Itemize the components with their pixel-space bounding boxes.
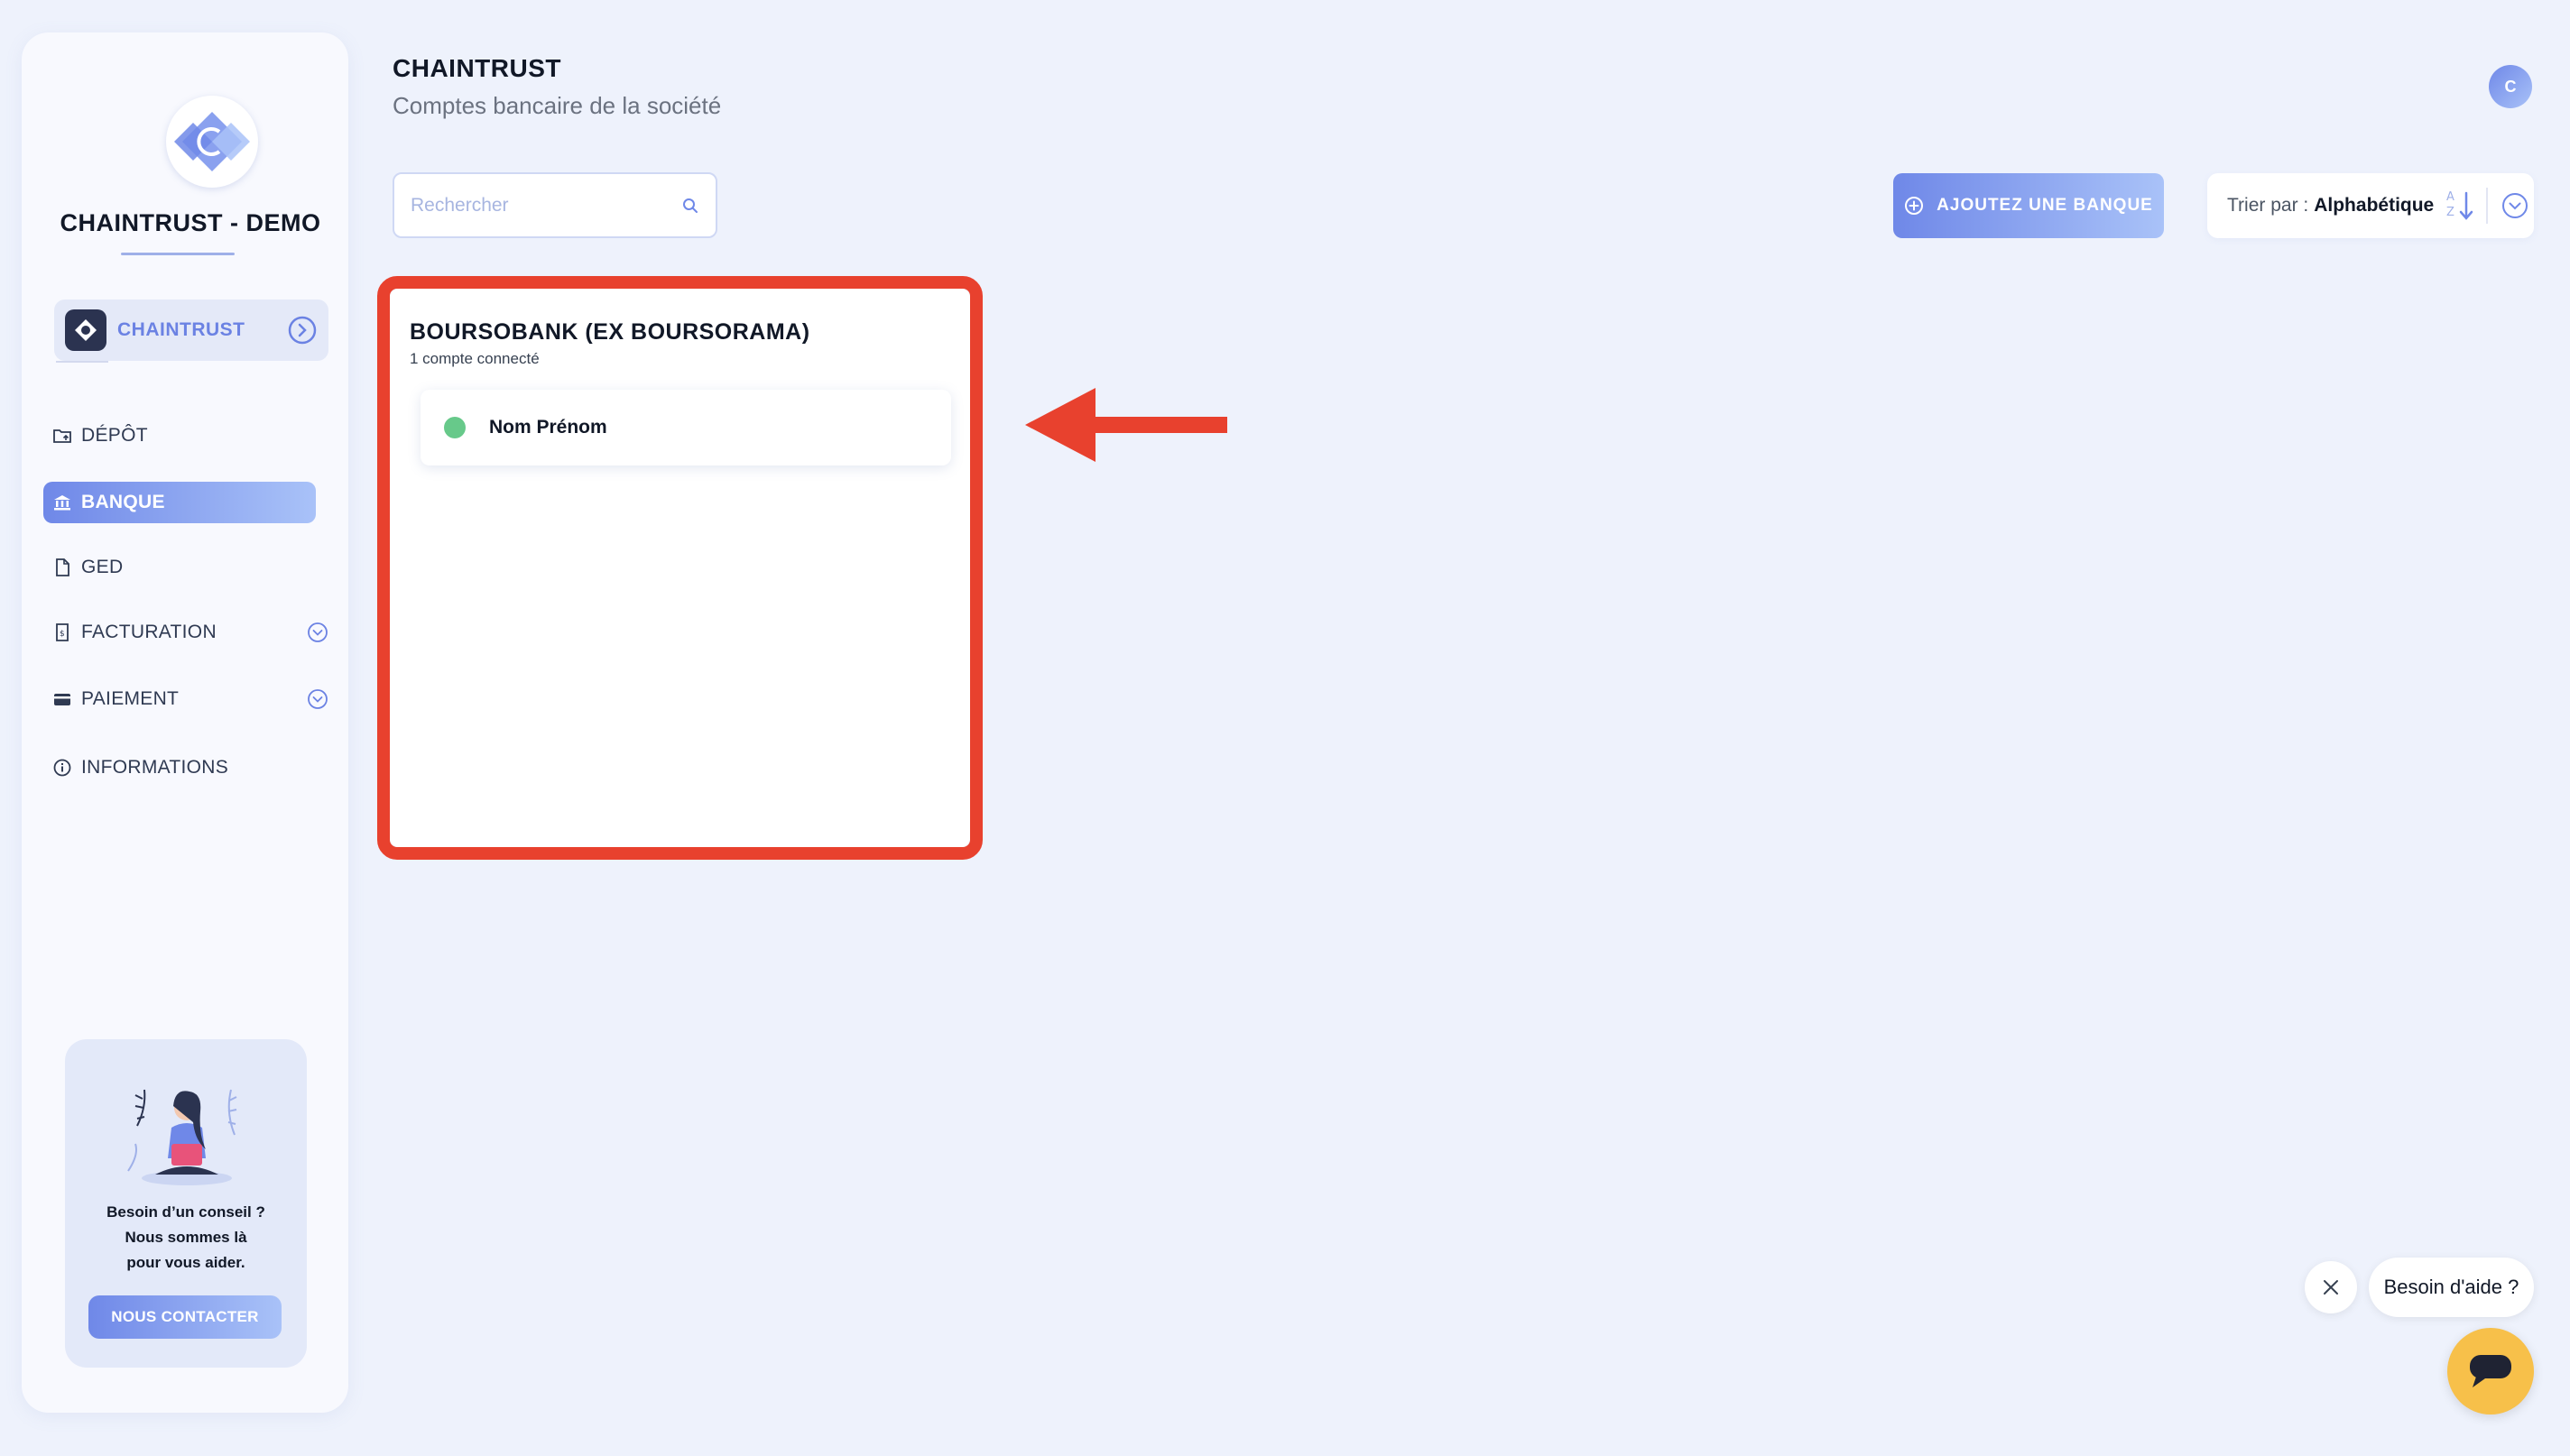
company-logo[interactable] xyxy=(166,96,258,188)
sort-prefix: Trier par : xyxy=(2227,195,2309,216)
help-line-1: Besoin d’un conseil ? xyxy=(106,1203,265,1221)
sidebar-item-label: BANQUE xyxy=(81,492,165,512)
chevron-down-circle-icon[interactable] xyxy=(307,688,328,710)
org-label: CHAINTRUST xyxy=(117,319,245,340)
search-box xyxy=(393,172,717,238)
chaintrust-logo-icon xyxy=(174,112,250,171)
svg-text:$: $ xyxy=(60,630,65,639)
org-logo-icon xyxy=(75,319,97,341)
sort-dropdown[interactable]: Trier par : Alphabétique A Z xyxy=(2207,173,2534,238)
sidebar-divider xyxy=(56,361,108,363)
search-icon[interactable] xyxy=(681,197,699,215)
chat-launcher-button[interactable] xyxy=(2447,1328,2534,1415)
chevron-right-circle-icon[interactable] xyxy=(287,315,318,346)
sort-alpha-icon[interactable]: A Z xyxy=(2445,189,2475,223)
company-underline xyxy=(121,253,235,255)
sidebar: CHAINTRUST - DEMO CHAINTRUST DÉPÔT BANQU… xyxy=(22,32,348,1413)
bank-icon xyxy=(54,495,70,511)
chat-close-button[interactable] xyxy=(2305,1261,2357,1313)
sidebar-item-ged[interactable]: GED xyxy=(43,547,337,588)
account-name: Nom Prénom xyxy=(489,417,607,438)
help-text: Besoin d’un conseil ? Nous sommes là pou… xyxy=(65,1200,307,1276)
sidebar-item-depot[interactable]: DÉPÔT xyxy=(43,415,337,456)
company-name: CHAINTRUST - DEMO xyxy=(60,209,321,236)
info-icon xyxy=(53,759,71,777)
help-line-2: Nous sommes là xyxy=(125,1229,247,1246)
add-bank-button[interactable]: AJOUTEZ UNE BANQUE xyxy=(1893,173,2164,238)
chevron-down-circle-icon[interactable] xyxy=(307,622,328,643)
folder-upload-icon xyxy=(53,429,71,443)
svg-text:Z: Z xyxy=(2446,206,2454,219)
org-switcher[interactable]: CHAINTRUST xyxy=(54,299,328,361)
sidebar-item-label: DÉPÔT xyxy=(81,425,148,446)
chevron-down-circle-icon[interactable] xyxy=(2501,191,2529,220)
plus-circle-icon xyxy=(1905,197,1924,215)
add-bank-label: AJOUTEZ UNE BANQUE xyxy=(1937,196,2153,215)
sidebar-item-banque[interactable]: BANQUE xyxy=(43,482,316,523)
chat-icon xyxy=(2470,1355,2511,1387)
help-line-3: pour vous aider. xyxy=(126,1254,245,1271)
account-row[interactable]: Nom Prénom xyxy=(421,390,951,465)
contact-us-button[interactable]: NOUS CONTACTER xyxy=(88,1295,282,1339)
support-illustration xyxy=(127,1089,237,1185)
sort-value: Alphabétique xyxy=(2314,195,2435,216)
sidebar-item-label: PAIEMENT xyxy=(81,688,180,709)
sidebar-item-label: GED xyxy=(81,557,124,577)
search-input[interactable] xyxy=(411,194,681,217)
page-subtitle: Comptes bancaire de la société xyxy=(393,92,722,119)
bank-card[interactable]: BOURSOBANK (EX BOURSORAMA) 1 compte conn… xyxy=(390,289,970,847)
bank-connected-count: 1 compte connecté xyxy=(410,350,540,367)
user-avatar[interactable]: C xyxy=(2489,65,2532,108)
arrow-left-icon xyxy=(1025,388,1227,462)
credit-card-icon xyxy=(54,694,70,705)
sort-separator xyxy=(2486,188,2489,224)
bank-name: BOURSOBANK (EX BOURSORAMA) xyxy=(410,319,810,345)
sidebar-item-informations[interactable]: INFORMATIONS xyxy=(43,747,337,788)
svg-text:A: A xyxy=(2446,190,2454,204)
sidebar-item-facturation[interactable]: $ FACTURATION xyxy=(43,612,337,653)
document-icon xyxy=(56,558,69,576)
sidebar-item-label: FACTURATION xyxy=(81,622,217,642)
chat-prompt-bubble[interactable]: Besoin d'aide ? xyxy=(2369,1258,2534,1317)
sidebar-item-paiement[interactable]: PAIEMENT xyxy=(43,678,337,720)
invoice-icon: $ xyxy=(56,623,69,641)
status-dot xyxy=(444,417,466,438)
help-card: Besoin d’un conseil ? Nous sommes là pou… xyxy=(65,1039,307,1368)
page-title: CHAINTRUST xyxy=(393,54,561,82)
close-icon xyxy=(2324,1280,2338,1295)
org-avatar xyxy=(65,309,106,351)
sidebar-item-label: INFORMATIONS xyxy=(81,757,229,778)
